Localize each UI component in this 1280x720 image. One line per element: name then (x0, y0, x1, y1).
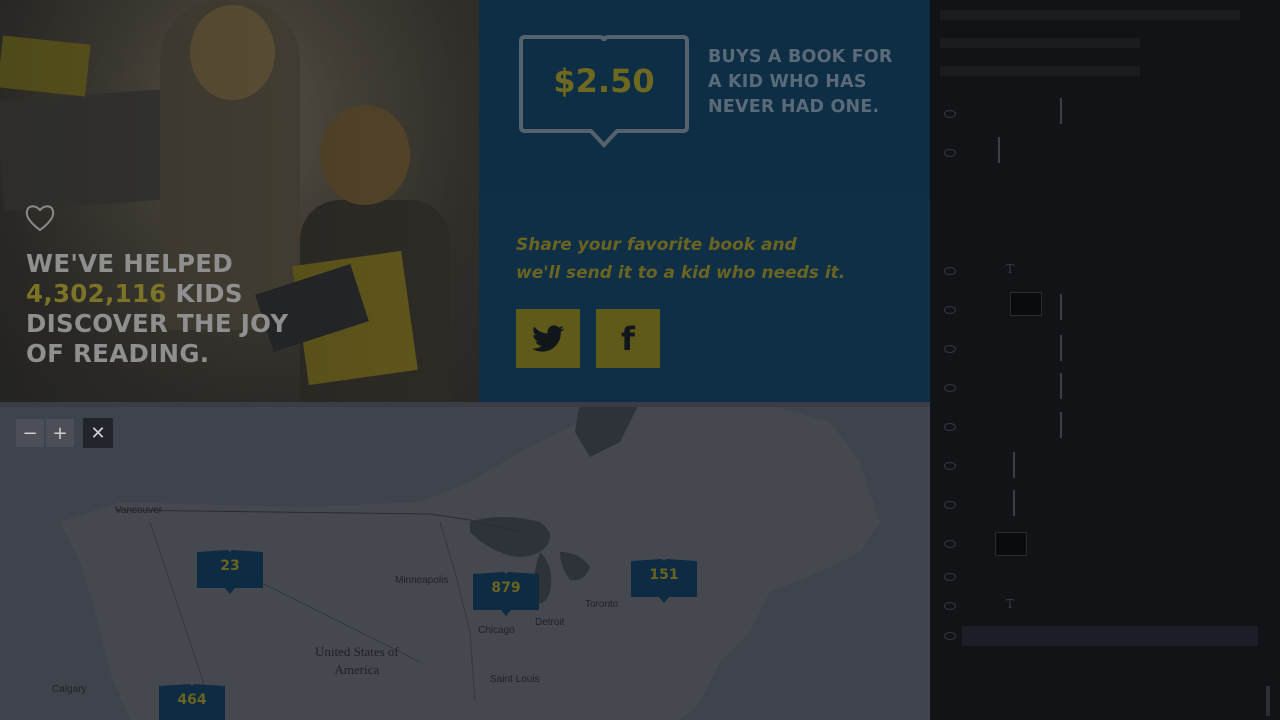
hero-line-1: WE'VE HELPED (26, 249, 233, 278)
eye-icon[interactable] (944, 462, 956, 470)
share-line-1: Share your favorite book and (516, 235, 797, 255)
eye-icon[interactable] (944, 573, 956, 581)
panel-toolbar-row-1 (940, 10, 1240, 20)
heart-icon[interactable] (24, 203, 56, 233)
layer-mask-bar (1060, 98, 1062, 124)
panel-toolbar-row-2 (940, 38, 1140, 48)
panel-toolbar-row-3 (940, 66, 1140, 76)
city-label: Chicago (478, 625, 515, 636)
map-view[interactable]: Vancouver Minneapolis Chicago Detroit To… (0, 402, 930, 720)
map-pin[interactable]: 23 (197, 550, 263, 594)
share-line-2: we'll send it to a kid who needs it. (516, 263, 846, 283)
hero-line-3: DISCOVER THE JOY (26, 309, 289, 338)
kids-count: 4,302,116 (26, 279, 167, 308)
hero-headline: WE'VE HELPED 4,302,116 KIDS DISCOVER THE… (26, 249, 288, 369)
hero-line-2-suffix: KIDS (166, 279, 243, 308)
layer-thumbnail (995, 532, 1027, 556)
map-land (0, 402, 930, 720)
buys-line-2: A KID WHO HAS (708, 72, 867, 92)
hero-line-4: OF READING. (26, 339, 210, 368)
share-text: Share your favorite book and we'll send … (516, 231, 845, 287)
text-layer-icon: T (1006, 262, 1015, 276)
facebook-button[interactable]: f (596, 309, 660, 368)
zoom-in-button[interactable]: + (46, 419, 74, 447)
map-pin[interactable]: 464 (159, 684, 225, 720)
country-label: United States of America (315, 643, 399, 679)
map-pin[interactable]: 151 (631, 559, 697, 603)
country-line-2: America (334, 662, 380, 677)
eye-icon[interactable] (944, 267, 956, 275)
twitter-button[interactable] (516, 309, 580, 368)
city-label: Vancouver (115, 505, 163, 516)
layer-mask-bar (1060, 412, 1062, 438)
eye-icon[interactable] (944, 110, 956, 118)
price-label: $2.50 (553, 62, 655, 100)
layers-panel (930, 0, 1280, 720)
eye-icon[interactable] (944, 384, 956, 392)
eye-icon[interactable] (944, 149, 956, 157)
layer-mask-bar (1060, 373, 1062, 399)
layer-mask-bar (1013, 452, 1015, 478)
map-pin[interactable]: 879 (473, 572, 539, 616)
city-label: Saint Louis (490, 674, 540, 685)
design-canvas: WE'VE HELPED 4,302,116 KIDS DISCOVER THE… (0, 0, 930, 720)
layer-mask-bar (1013, 490, 1015, 516)
eye-icon[interactable] (944, 501, 956, 509)
pin-value: 464 (177, 692, 207, 708)
pin-value: 151 (649, 567, 679, 583)
layer-thumbnail (1010, 292, 1042, 316)
city-label: Toronto (585, 599, 619, 610)
eye-icon[interactable] (944, 632, 956, 640)
pin-value: 23 (220, 558, 240, 574)
city-label: Detroit (535, 617, 565, 628)
pin-value: 879 (491, 580, 521, 596)
panel-scrollbar[interactable] (1266, 686, 1270, 716)
facebook-icon: f (621, 319, 635, 358)
hero-line-2: 4,302,116 KIDS (26, 279, 288, 309)
layer-mask-bar (998, 137, 1000, 163)
city-label: Minneapolis (395, 575, 449, 586)
eye-icon[interactable] (944, 602, 956, 610)
zoom-out-button[interactable]: − (16, 419, 44, 447)
layer-mask-bar (1060, 294, 1062, 320)
close-map-button[interactable]: ✕ (83, 418, 113, 448)
promo-panel: $2.50 BUYS A BOOK FOR A KID WHO HAS NEVE… (479, 0, 930, 402)
buys-text: BUYS A BOOK FOR A KID WHO HAS NEVER HAD … (708, 45, 893, 120)
eye-icon[interactable] (944, 306, 956, 314)
twitter-icon (532, 324, 564, 352)
eye-icon[interactable] (944, 345, 956, 353)
eye-icon[interactable] (944, 540, 956, 548)
selected-layer-row[interactable] (962, 626, 1258, 646)
text-layer-icon: T (1006, 597, 1015, 611)
layer-mask-bar (1060, 335, 1062, 361)
country-line-1: United States of (315, 644, 399, 659)
buys-line-3: NEVER HAD ONE. (708, 97, 880, 117)
map-controls: − + ✕ (16, 418, 113, 448)
eye-icon[interactable] (944, 423, 956, 431)
city-label: Calgary (52, 684, 87, 695)
buys-line-1: BUYS A BOOK FOR (708, 47, 893, 67)
